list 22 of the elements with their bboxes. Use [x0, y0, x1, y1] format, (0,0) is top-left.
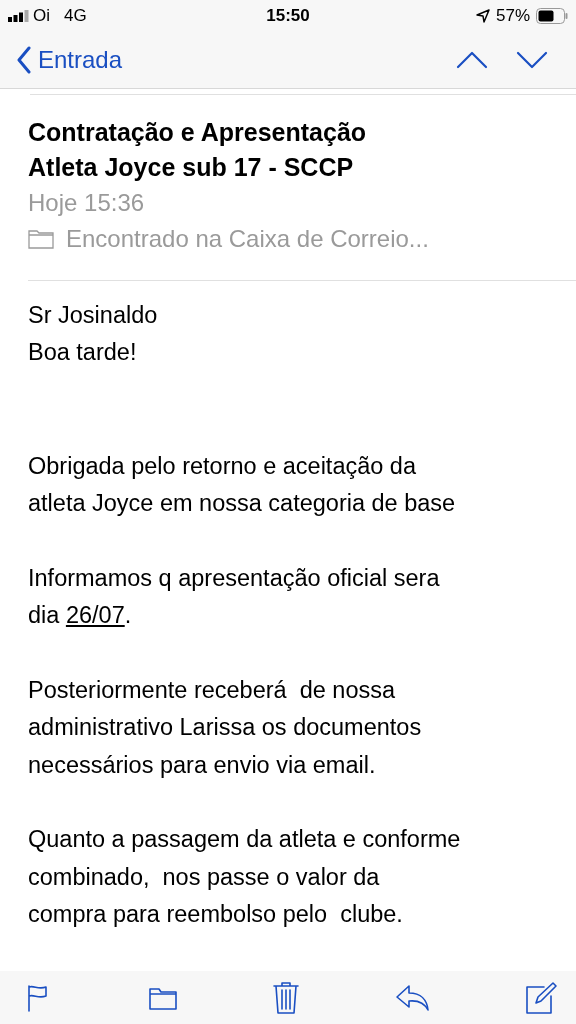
clock: 15:50	[266, 5, 310, 28]
battery-icon	[536, 8, 568, 24]
body-paragraph: Quanto a passagem da atleta e conforme combinado, nos passe o valor da compra para reembolso pelo clube.	[28, 825, 462, 930]
trash-icon[interactable]	[271, 979, 301, 1016]
location-icon	[475, 9, 490, 23]
mailbox-label: Encontrado na Caixa de Correio...	[66, 223, 429, 254]
date-link[interactable]: 26/07	[65, 602, 125, 629]
carrier: Oi	[33, 5, 50, 28]
signal-icon	[8, 10, 30, 22]
battery-percent: 57%	[495, 5, 530, 28]
body-paragraph: Posteriormente receberá de nossa administrativo Larissa os documentos necessários para envio via email.	[28, 675, 423, 780]
back-button[interactable]: Entrada	[16, 42, 123, 78]
compose-icon[interactable]	[524, 980, 558, 1015]
body-paragraph: Informamos q apresentação oficial sera dia 26/07.	[28, 563, 441, 631]
body-paragraph: Obrigada pelo retorno e aceitação da atleta Joyce em nossa categoria de base	[28, 451, 457, 519]
network-type: 4G	[64, 5, 87, 28]
folder-icon	[28, 228, 54, 249]
date: Hoje 15:36	[28, 187, 146, 218]
subject: Contratação e Apresentação Atleta Joyce sub 17 - SCCP	[28, 116, 368, 183]
body-paragraph: Sr Josinaldo Boa tarde!	[28, 300, 159, 368]
chevron-left-icon	[16, 46, 32, 74]
reply-icon[interactable]	[394, 982, 431, 1013]
